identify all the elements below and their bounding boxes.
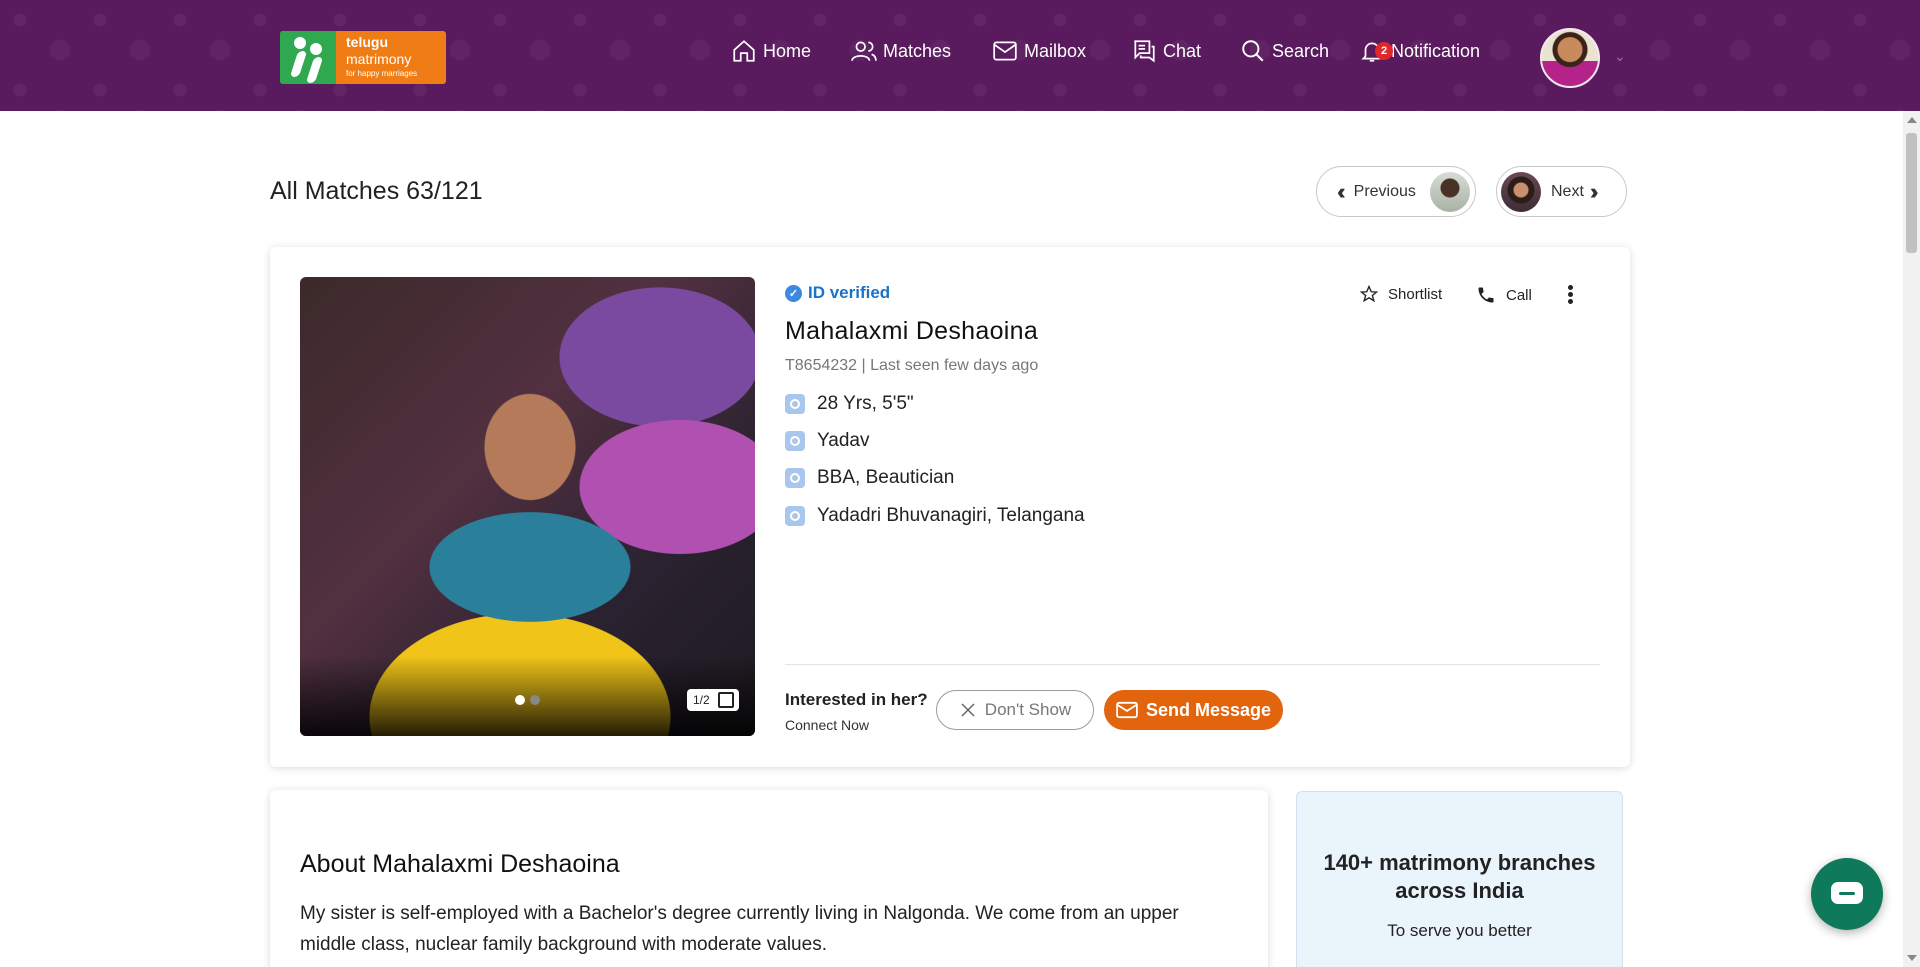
send-message-button[interactable]: Send Message: [1104, 690, 1283, 730]
chat-icon: [1134, 40, 1155, 63]
verified-check-icon: ✓: [785, 284, 802, 302]
interested-label: Interested in her?: [785, 690, 928, 709]
attribute-text: Yadav: [817, 430, 870, 451]
nav-home[interactable]: Home: [731, 34, 811, 68]
scroll-down-arrow-icon[interactable]: [1907, 955, 1917, 961]
gallery-icon: [718, 692, 734, 708]
scrollbar-thumb[interactable]: [1906, 133, 1917, 253]
profile-photo[interactable]: 1/2: [300, 277, 755, 736]
about-text: My sister is self-employed with a Bachel…: [300, 903, 1179, 955]
more-options-icon[interactable]: [1566, 283, 1574, 307]
profile-id-line: T8654232 | Last seen few days ago: [785, 357, 1039, 374]
next-profile-button[interactable]: Next ››: [1496, 166, 1627, 217]
photo-counter-text: 1/2: [693, 693, 710, 707]
page-title: All Matches 63/121: [270, 177, 483, 205]
previous-profile-thumbnail: [1430, 171, 1470, 212]
profile-attribute-location: Yadadri Bhuvanagiri, Telangana: [785, 505, 1085, 527]
double-chevron-right-icon: ››: [1589, 178, 1598, 204]
logo-figure-head-2: [310, 43, 322, 55]
photo-dot-active[interactable]: [515, 695, 525, 705]
chevron-down-icon[interactable]: ⌄: [1614, 48, 1626, 65]
logo-figure-body-2: [305, 57, 324, 83]
nav-search[interactable]: Search: [1240, 34, 1329, 68]
shortlist-button[interactable]: Shortlist: [1360, 285, 1442, 303]
attribute-text: BBA, Beautician: [817, 467, 955, 488]
profile-attribute-age-height: 28 Yrs, 5'5": [785, 393, 914, 415]
nav-chat[interactable]: Chat: [1131, 34, 1201, 68]
scroll-up-arrow-icon[interactable]: [1907, 117, 1917, 123]
branches-promo-title: 140+ matrimony branches across India: [1323, 850, 1596, 903]
home-icon: [733, 40, 755, 62]
next-profile-thumbnail: [1501, 171, 1541, 212]
chat-support-button[interactable]: [1811, 858, 1883, 930]
mail-icon: [1116, 701, 1138, 719]
nav-mailbox[interactable]: Mailbox: [992, 34, 1086, 68]
page-scrollbar[interactable]: [1903, 111, 1920, 967]
nav-notification-label: Notification: [1391, 40, 1481, 61]
nav-matches[interactable]: Matches: [851, 34, 951, 68]
location-icon: [785, 506, 805, 526]
profile-name: Mahalaxmi Deshaoina: [785, 317, 1039, 345]
call-button[interactable]: Call: [1476, 285, 1532, 305]
caste-icon: [785, 431, 805, 451]
nav-search-label: Search: [1272, 40, 1330, 61]
about-title: About Mahalaxmi Deshaoina: [300, 850, 620, 878]
dont-show-label: Don't Show: [984, 700, 1072, 719]
id-verified-label: ID verified: [808, 283, 891, 302]
star-icon: [1360, 285, 1378, 303]
profile-attribute-caste: Yadav: [785, 430, 869, 452]
logo-mark: [280, 31, 336, 84]
logo-figure-body-1: [289, 51, 308, 77]
nav-notification[interactable]: 2 Notification: [1359, 34, 1480, 68]
photo-counter[interactable]: 1/2: [687, 689, 739, 711]
call-label: Call: [1506, 286, 1532, 304]
card-divider: [785, 664, 1600, 665]
id-verified: ✓ ID verified: [785, 283, 890, 303]
close-icon: [961, 703, 975, 717]
double-chevron-left-icon: ‹‹: [1337, 178, 1345, 204]
logo-text-line2: matrimony: [346, 51, 412, 67]
logo-tagline: for happy marriages: [346, 69, 418, 78]
profile-attribute-education: BBA, Beautician: [785, 467, 954, 489]
notification-badge: 2: [1375, 42, 1393, 60]
previous-label: Previous: [1353, 182, 1416, 200]
telugu-matrimony-logo[interactable]: telugu matrimony for happy marriages: [280, 31, 446, 84]
photo-dot[interactable]: [530, 695, 540, 705]
education-icon: [785, 468, 805, 488]
nav-matches-label: Matches: [883, 40, 952, 61]
nav-mailbox-label: Mailbox: [1024, 40, 1087, 61]
user-avatar[interactable]: [1540, 28, 1600, 88]
logo-figure-head-1: [294, 37, 306, 49]
nav-chat-label: Chat: [1163, 40, 1202, 61]
branches-promo-subtitle: To serve you better: [1387, 921, 1532, 940]
previous-profile-button[interactable]: ‹‹ Previous: [1316, 166, 1476, 217]
attribute-text: Yadadri Bhuvanagiri, Telangana: [817, 505, 1085, 526]
mail-icon: [993, 41, 1017, 61]
logo-text-line1: telugu: [346, 34, 388, 50]
search-icon: [1242, 40, 1264, 62]
profile-card: 1/2 ✓ ID verified Mahalaxmi Deshaoina T8…: [270, 247, 1630, 767]
branches-promo: 140+ matrimony branches across India To …: [1296, 791, 1623, 967]
top-header: telugu matrimony for happy marriages Hom…: [0, 0, 1920, 111]
age-icon: [785, 394, 805, 414]
shortlist-label: Shortlist: [1388, 285, 1443, 303]
nav-home-label: Home: [763, 40, 812, 61]
users-icon: [851, 41, 877, 62]
send-message-label: Send Message: [1145, 699, 1272, 720]
about-section: About Mahalaxmi Deshaoina My sister is s…: [270, 790, 1268, 967]
connect-now-label: Connect Now: [785, 717, 870, 733]
chat-bubble-icon: [1831, 882, 1863, 904]
next-label: Next: [1551, 182, 1584, 200]
dont-show-button[interactable]: Don't Show: [936, 690, 1094, 730]
phone-icon: [1478, 287, 1494, 303]
attribute-text: 28 Yrs, 5'5": [817, 393, 914, 414]
